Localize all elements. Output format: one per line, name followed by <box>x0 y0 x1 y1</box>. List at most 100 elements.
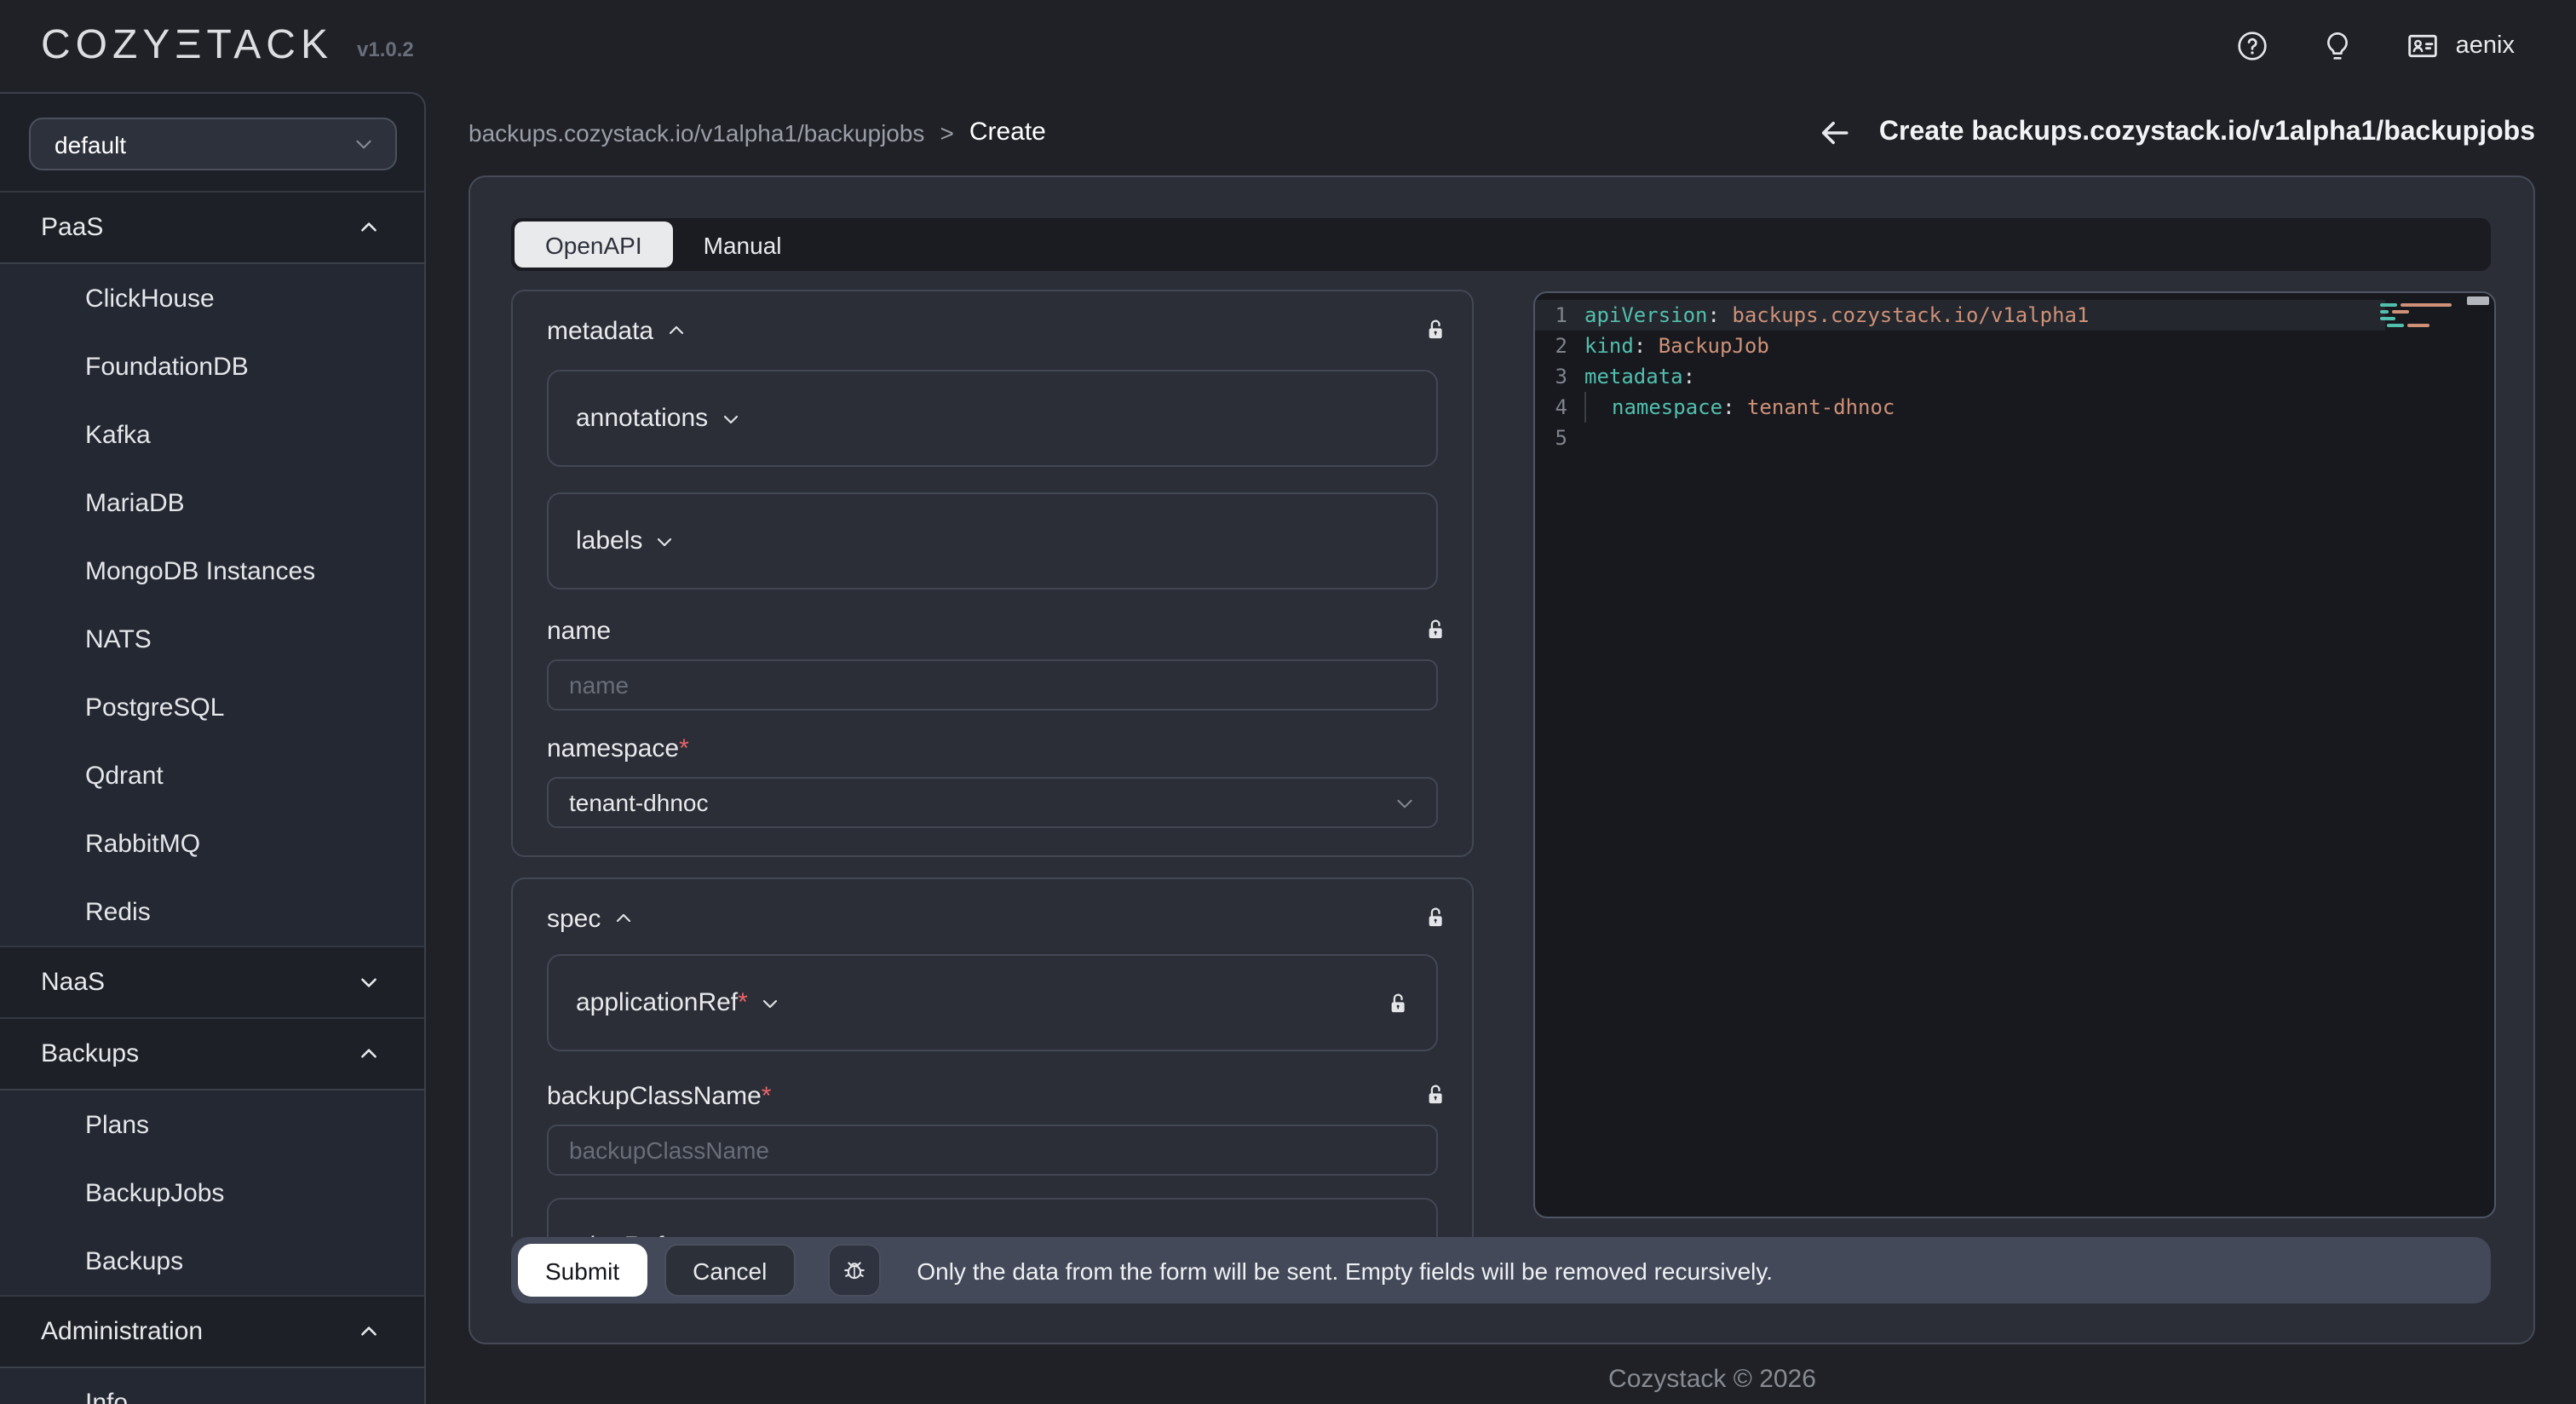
submit-note: Only the data from the form will be sent… <box>917 1257 1773 1284</box>
sidebar-item-clickhouse[interactable]: ClickHouse <box>0 264 424 332</box>
editor-minimap[interactable] <box>2372 293 2494 515</box>
sidebar-section-administration[interactable]: Administration <box>0 1295 424 1367</box>
sidebar-submenu-paas: ClickHouse FoundationDB Kafka MariaDB Mo… <box>0 262 424 946</box>
sidebar-item-backupjobs[interactable]: BackupJobs <box>0 1159 424 1227</box>
breadcrumb: backups.cozystack.io/v1alpha1/backupjobs… <box>469 118 1046 147</box>
yaml-key: kind <box>1584 334 1634 358</box>
sidebar-item-backups[interactable]: Backups <box>0 1227 424 1295</box>
unlock-icon[interactable] <box>1423 1080 1448 1109</box>
app-root: COZYΞTACK v1.0.2 aenix <box>0 0 2576 1404</box>
annotations-label: annotations <box>576 404 708 433</box>
main-area: backups.cozystack.io/v1alpha1/backupjobs… <box>426 92 2576 1404</box>
namespace-select[interactable]: tenant-dhnoc <box>547 777 1438 828</box>
chevron-down-icon <box>1394 791 1416 814</box>
sidebar-section-naas[interactable]: NaaS <box>0 946 424 1017</box>
chevron-down-icon <box>358 971 380 993</box>
name-label: name <box>547 616 611 645</box>
minimap-slider[interactable] <box>2467 296 2489 305</box>
footer-copyright: Cozystack © 2026 <box>1608 1365 1816 1394</box>
app-header: COZYΞTACK v1.0.2 aenix <box>0 0 2576 92</box>
section-label: Administration <box>41 1317 203 1346</box>
sidebar-item-qdrant[interactable]: Qdrant <box>0 741 424 809</box>
yaml-separator: : <box>1722 395 1747 419</box>
section-label: PaaS <box>41 213 103 242</box>
yaml-key: apiVersion <box>1584 303 1708 327</box>
unlock-icon[interactable] <box>1385 988 1411 1017</box>
line-number: 5 <box>1535 423 1567 453</box>
yaml-value: backups.cozystack.io/v1alpha1 <box>1732 303 2089 327</box>
yaml-separator: : <box>1708 303 1733 327</box>
back-arrow-icon[interactable] <box>1816 114 1854 152</box>
breadcrumb-path[interactable]: backups.cozystack.io/v1alpha1/backupjobs <box>469 118 924 146</box>
context-select[interactable]: default <box>29 118 397 170</box>
editor-line: 5 <box>1535 423 2494 453</box>
yaml-value: BackupJob <box>1659 334 1769 358</box>
theme-bulb-icon[interactable] <box>2321 29 2355 63</box>
tab-manual[interactable]: Manual <box>673 222 813 268</box>
action-bar: Submit Cancel Only the data from the for… <box>511 1237 2491 1303</box>
chevron-down-icon <box>720 408 740 429</box>
sidebar-section-backups[interactable]: Backups <box>0 1017 424 1089</box>
labels-label: labels <box>576 526 642 555</box>
sidebar-item-info[interactable]: Info <box>0 1368 424 1404</box>
yaml-value: tenant-dhnoc <box>1747 395 1895 419</box>
chevron-up-icon <box>358 1043 380 1065</box>
namespace-field-row: namespace* <box>547 731 1438 765</box>
backup-class-input[interactable] <box>547 1125 1438 1176</box>
plan-ref-box[interactable]: planRef <box>547 1198 1438 1237</box>
labels-box[interactable]: labels <box>547 492 1438 590</box>
line-number: 3 <box>1535 361 1567 392</box>
spec-group-header[interactable]: spec <box>547 900 1438 937</box>
title-cluster: Create backups.cozystack.io/v1alpha1/bac… <box>1816 114 2535 152</box>
tab-openapi[interactable]: OpenAPI <box>515 222 673 268</box>
unlock-icon[interactable] <box>1423 315 1448 344</box>
breadcrumb-separator: > <box>940 118 953 146</box>
sidebar-item-plans[interactable]: Plans <box>0 1090 424 1159</box>
namespace-label: namespace <box>547 734 679 762</box>
annotations-box[interactable]: annotations <box>547 370 1438 467</box>
sidebar-section-paas[interactable]: PaaS <box>0 191 424 262</box>
editor-line: 1 apiVersion: backups.cozystack.io/v1alp… <box>1535 300 2494 331</box>
required-marker: * <box>738 988 748 1017</box>
user-menu[interactable]: aenix <box>2406 29 2515 63</box>
metadata-group: metadata annotations labels <box>511 290 1474 857</box>
metadata-group-header[interactable]: metadata <box>547 312 1438 349</box>
chevron-down-icon <box>353 133 375 155</box>
help-icon[interactable] <box>2236 29 2270 63</box>
backup-class-label: backupClassName <box>547 1081 762 1110</box>
cancel-button[interactable]: Cancel <box>664 1244 796 1297</box>
id-badge-icon <box>2406 29 2441 63</box>
app-logo[interactable]: COZYΞTACK <box>41 22 333 70</box>
yaml-editor[interactable]: 1 apiVersion: backups.cozystack.io/v1alp… <box>1533 291 2496 1218</box>
sidebar-item-nats[interactable]: NATS <box>0 605 424 673</box>
sidebar-item-foundationdb[interactable]: FoundationDB <box>0 332 424 400</box>
debug-button[interactable] <box>828 1244 881 1297</box>
sidebar-item-postgresql[interactable]: PostgreSQL <box>0 673 424 741</box>
editor-line: 3 metadata: <box>1535 361 2494 392</box>
sidebar-item-rabbitmq[interactable]: RabbitMQ <box>0 809 424 878</box>
sidebar-item-mariadb[interactable]: MariaDB <box>0 469 424 537</box>
yaml-key: namespace <box>1612 395 1722 419</box>
name-input[interactable] <box>547 659 1438 711</box>
submit-button[interactable]: Submit <box>518 1244 647 1297</box>
application-ref-box[interactable]: applicationRef* <box>547 954 1438 1051</box>
create-form-card: OpenAPI Manual metadata <box>469 176 2535 1344</box>
user-name: aenix <box>2456 32 2515 60</box>
form-column: metadata annotations labels <box>511 290 1474 1237</box>
breadcrumb-current: Create <box>969 118 1046 147</box>
sidebar-item-redis[interactable]: Redis <box>0 878 424 946</box>
form-mode-tabs: OpenAPI Manual <box>511 218 2491 271</box>
line-number: 2 <box>1535 331 1567 361</box>
chevron-up-icon <box>358 1321 380 1343</box>
sidebar-item-mongodb-instances[interactable]: MongoDB Instances <box>0 537 424 605</box>
chevron-down-icon <box>654 531 675 551</box>
section-label: Backups <box>41 1039 139 1068</box>
backup-class-field-row: backupClassName* <box>547 1079 1438 1113</box>
unlock-icon[interactable] <box>1423 615 1448 644</box>
line-number: 1 <box>1535 300 1567 331</box>
unlock-icon[interactable] <box>1423 903 1448 932</box>
chevron-down-icon <box>760 993 780 1013</box>
sidebar-item-kafka[interactable]: Kafka <box>0 400 424 469</box>
line-number: 4 <box>1535 392 1567 423</box>
section-label: NaaS <box>41 968 105 997</box>
